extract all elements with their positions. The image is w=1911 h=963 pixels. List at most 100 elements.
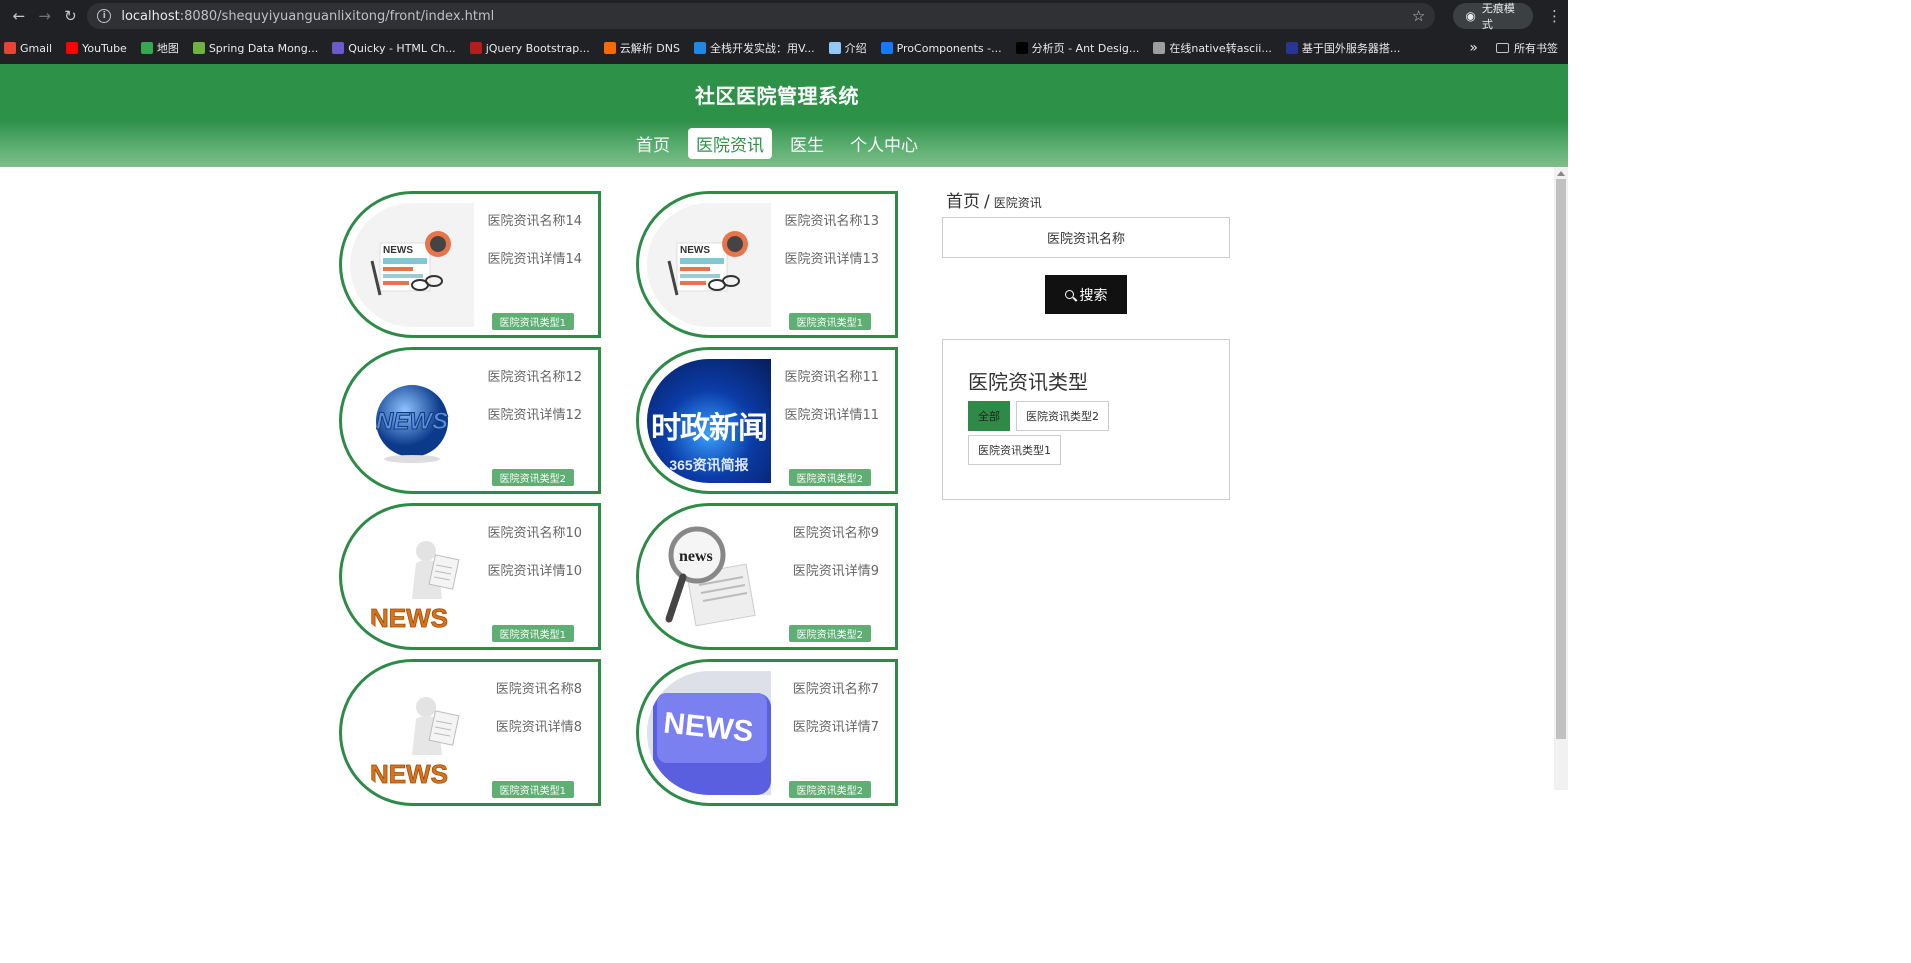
news-name[interactable]: 医院资讯名称9 — [793, 522, 879, 541]
url-path: :8080/shequyiyuanguanlixitong/front/inde… — [179, 8, 495, 24]
thumb-title: NEWS — [370, 759, 448, 789]
all-bookmarks-label: 所有书签 — [1514, 42, 1558, 55]
news-detail: 医院资讯详情7 — [792, 720, 879, 735]
thumb-title: news — [679, 548, 713, 565]
bookmark-item[interactable]: 介绍 — [828, 40, 867, 56]
bookmark-item[interactable]: 云解析 DNS — [603, 40, 680, 56]
folder-icon — [1496, 43, 1509, 53]
bookmark-item[interactable]: YouTube — [66, 42, 127, 55]
bookmark-item[interactable]: Gmail — [4, 42, 52, 55]
news-detail: 医院资讯详情10 — [487, 564, 582, 579]
news-card[interactable]: news 医院资讯名称9 医院资讯详情9 医院资讯类型2 — [636, 503, 898, 650]
news-card[interactable]: NEWS 医院资讯名称10 医院资讯详情10 医院资讯类型1 — [339, 503, 601, 650]
type-filter-button[interactable]: 医院资讯类型1 — [968, 435, 1061, 465]
news-detail: 医院资讯详情8 — [495, 720, 582, 735]
news-thumbnail[interactable]: NEWS — [350, 359, 474, 483]
back-icon[interactable]: ← — [6, 2, 32, 30]
page-scrollbar[interactable] — [1554, 167, 1568, 790]
news-card[interactable]: NEWS 医院资讯名称7 医院资讯详情7 医院资讯类型2 — [636, 659, 898, 806]
bookmarks-bar: Gmail YouTube 地图 Spring Data Mong... Quicky … — [0, 32, 1568, 64]
news-thumbnail[interactable]: NEWS — [350, 515, 474, 639]
news-name[interactable]: 医院资讯名称12 — [487, 366, 582, 385]
news-type-tag: 医院资讯类型1 — [491, 625, 574, 642]
bookmark-item[interactable]: jQuery Bootstrap... — [469, 42, 590, 55]
bookmark-item[interactable]: Spring Data Mong... — [192, 42, 318, 55]
address-bar[interactable]: i localhost:8080/shequyiyuanguanlixitong… — [87, 3, 1436, 29]
url-text[interactable]: localhost:8080/shequyiyuanguanlixitong/f… — [121, 9, 1412, 24]
type-filter-button[interactable]: 全部 — [968, 401, 1010, 431]
nav-item[interactable]: 个人中心 — [842, 128, 926, 159]
news-thumbnail[interactable]: 时政新闻 365资讯简报 — [647, 359, 771, 483]
main-nav: 首页 医院资讯 医生 个人中心 — [0, 128, 1554, 159]
bookmark-favicon-icon — [140, 42, 153, 54]
thumb-title: NEWS — [370, 603, 448, 633]
bookmark-item[interactable]: ProComponents -... — [880, 41, 1002, 55]
bookmark-star-icon[interactable]: ☆ — [1412, 7, 1425, 25]
bookmark-favicon-icon — [693, 42, 706, 54]
news-thumbnail[interactable]: NEWS — [350, 203, 474, 327]
thumb-title: 时政新闻 — [651, 412, 768, 445]
bookmark-label: 云解析 DNS — [619, 42, 680, 55]
bookmark-label: 介绍 — [844, 42, 867, 55]
svg-text:NEWS: NEWS — [376, 408, 448, 435]
url-host: localhost — [121, 8, 180, 24]
news-type-tag: 医院资讯类型1 — [491, 781, 574, 798]
news-card[interactable]: NEWS 医院资讯名称12 医院资讯详情12 医院资讯类型2 — [339, 347, 601, 494]
news-type-tag: 医院资讯类型2 — [788, 469, 871, 486]
news-detail: 医院资讯详情9 — [792, 564, 879, 579]
thumb-subtitle: 365资讯简报 — [669, 457, 749, 473]
bookmark-label: ProComponents -... — [896, 41, 1002, 55]
bookmark-label: 基于国外服务器搭... — [1301, 42, 1401, 55]
more-bookmarks-icon[interactable]: » — [1469, 40, 1478, 56]
news-card[interactable]: NEWS 医院资讯名称8 医院资讯详情8 医院资讯类型1 — [339, 659, 601, 806]
incognito-indicator[interactable]: ◉ 无痕模式 — [1453, 2, 1534, 31]
bookmark-label: 全栈开发实战：用V... — [709, 42, 815, 55]
type-filter-panel: 医院资讯类型 全部 医院资讯类型2 医院资讯类型1 — [942, 339, 1230, 500]
news-thumbnail[interactable]: NEWS — [647, 671, 771, 795]
news-name[interactable]: 医院资讯名称7 — [793, 678, 879, 697]
news-name[interactable]: 医院资讯名称8 — [496, 678, 582, 697]
bookmark-item[interactable]: 在线native转ascii... — [1153, 40, 1272, 56]
news-detail: 医院资讯详情13 — [784, 252, 879, 267]
bookmark-item[interactable]: 全栈开发实战：用V... — [693, 40, 815, 56]
news-name[interactable]: 医院资讯名称14 — [487, 210, 582, 229]
site-info-icon[interactable]: i — [97, 9, 112, 23]
news-card[interactable]: NEWS 医院资讯名称13 医院资讯详情13 医院资讯类型1 — [636, 191, 898, 338]
bookmark-item[interactable]: 地图 — [140, 40, 179, 56]
forward-icon[interactable]: → — [32, 2, 58, 30]
news-card[interactable]: 时政新闻 365资讯简报 医院资讯名称11 医院资讯详情11 医院资讯类型2 — [636, 347, 898, 494]
nav-item[interactable]: 医院资讯 — [688, 128, 772, 159]
search-input[interactable]: 医院资讯名称 — [942, 217, 1230, 258]
reload-icon[interactable]: ↻ — [58, 2, 84, 30]
news-name[interactable]: 医院资讯名称13 — [784, 210, 879, 229]
bookmark-favicon-icon — [1015, 42, 1028, 54]
bookmark-favicon-icon — [469, 42, 482, 54]
browser-toolbar: ← → ↻ i localhost:8080/shequyiyuanguanli… — [0, 0, 1568, 32]
scrollbar-thumb[interactable] — [1556, 179, 1566, 739]
bookmark-item[interactable]: 基于国外服务器搭... — [1285, 40, 1401, 56]
all-bookmarks-button[interactable]: 所有书签 — [1496, 40, 1558, 56]
bookmark-label: YouTube — [82, 41, 127, 55]
bookmark-favicon-icon — [1153, 42, 1166, 54]
browser-menu-icon[interactable]: ⋮ — [1547, 7, 1562, 25]
news-type-tag: 医院资讯类型2 — [788, 781, 871, 798]
news-thumbnail[interactable]: NEWS — [647, 203, 771, 327]
nav-item[interactable]: 医生 — [782, 128, 832, 159]
news-name[interactable]: 医院资讯名称10 — [487, 522, 582, 541]
type-filter-button[interactable]: 医院资讯类型2 — [1016, 401, 1109, 431]
browser-chrome: ← → ↻ i localhost:8080/shequyiyuanguanli… — [0, 0, 1568, 64]
bookmark-favicon-icon — [828, 42, 841, 54]
news-name[interactable]: 医院资讯名称11 — [784, 366, 879, 385]
scroll-up-icon[interactable] — [1557, 171, 1565, 176]
news-card[interactable]: NEWS 医院资讯名称14 医院资讯详情14 医院资讯类型1 — [339, 191, 601, 338]
news-thumbnail[interactable]: news — [647, 515, 771, 639]
search-button[interactable]: 搜索 — [1045, 275, 1127, 314]
bookmark-item[interactable]: Quicky - HTML Ch... — [332, 42, 456, 55]
site-title: 社区医院管理系统 — [695, 84, 859, 108]
news-thumbnail[interactable]: NEWS — [350, 671, 474, 795]
bookmark-item[interactable]: 分析页 - Ant Desig... — [1015, 40, 1139, 56]
nav-item[interactable]: 首页 — [628, 128, 678, 159]
bookmark-favicon-icon — [880, 42, 893, 54]
breadcrumb-home[interactable]: 首页 — [946, 192, 980, 212]
news-type-tag: 医院资讯类型1 — [491, 313, 574, 330]
